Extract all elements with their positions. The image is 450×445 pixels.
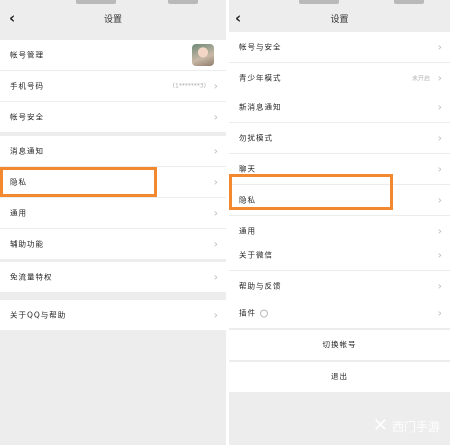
settings-row-accessibility[interactable]: 辅助功能 › bbox=[0, 229, 226, 259]
watermark-text: 西门手游 bbox=[391, 419, 440, 434]
settings-row-about-help[interactable]: 关于QQ与帮助 › bbox=[0, 300, 226, 330]
nav-bar: ‹ 设置 bbox=[0, 6, 226, 32]
status-bar-indicator bbox=[394, 0, 424, 4]
settings-row-do-not-disturb[interactable]: 勿扰模式 › bbox=[229, 123, 450, 154]
settings-row-plugins[interactable]: 插件 › bbox=[229, 298, 450, 328]
chevron-right-icon: › bbox=[213, 270, 218, 284]
watermark-x-icon: ✕ bbox=[372, 415, 388, 436]
chevron-right-icon: › bbox=[213, 110, 218, 124]
settings-row-teen-mode[interactable]: 青少年模式 未开启 › bbox=[229, 63, 450, 93]
settings-group-account: 帐号与安全 › 青少年模式 未开启 › bbox=[229, 32, 450, 93]
row-label: 新消息通知 bbox=[239, 102, 282, 112]
settings-group-plugins: 插件 › bbox=[229, 298, 450, 328]
settings-row-notifications[interactable]: 消息通知 › bbox=[0, 136, 226, 167]
row-label: 帐号与安全 bbox=[239, 42, 282, 52]
chevron-right-icon: › bbox=[213, 308, 218, 322]
chevron-right-icon: › bbox=[437, 224, 442, 238]
settings-row-account-security[interactable]: 帐号安全 › bbox=[0, 102, 226, 132]
status-bar-indicator bbox=[76, 0, 116, 4]
settings-row-account-security[interactable]: 帐号与安全 › bbox=[229, 32, 450, 63]
settings-group-data: 免流量特权 › bbox=[0, 262, 226, 292]
chevron-right-icon: › bbox=[213, 144, 218, 158]
row-label: 勿扰模式 bbox=[239, 133, 273, 143]
settings-row-help-feedback[interactable]: 帮助与反馈 › bbox=[229, 271, 450, 301]
settings-row-new-message-notification[interactable]: 新消息通知 › bbox=[229, 92, 450, 123]
settings-row-privacy[interactable]: 隐私 › bbox=[0, 167, 226, 198]
chevron-right-icon: › bbox=[213, 79, 218, 93]
row-label: 隐私 bbox=[10, 177, 27, 187]
row-label: 通用 bbox=[239, 226, 256, 236]
chevron-right-icon: › bbox=[437, 279, 442, 293]
chevron-right-icon: › bbox=[437, 40, 442, 54]
chevron-right-icon: › bbox=[437, 71, 442, 85]
chevron-right-icon: › bbox=[437, 306, 442, 320]
row-label: 免流量特权 bbox=[10, 272, 53, 282]
settings-group-general: 消息通知 › 隐私 › 通用 › 辅助功能 › bbox=[0, 136, 226, 259]
qq-settings-panel: ‹ 设置 帐号管理 手机号码 (1*******3) › 帐号安全 › 消息通知… bbox=[0, 0, 226, 445]
settings-row-general[interactable]: 通用 › bbox=[0, 198, 226, 229]
settings-group-general: 新消息通知 › 勿扰模式 › 聊天 › 隐私 › 通用 › bbox=[229, 92, 450, 246]
row-label: 帐号安全 bbox=[10, 112, 44, 122]
row-label: 帐号管理 bbox=[10, 50, 44, 60]
row-label: 关于微信 bbox=[239, 250, 273, 260]
row-label-text: 插件 bbox=[239, 308, 256, 318]
logout-button[interactable]: 退出 bbox=[229, 362, 450, 392]
settings-row-phone-number[interactable]: 手机号码 (1*******3) › bbox=[0, 71, 226, 102]
wechat-settings-panel: ‹ 设置 帐号与安全 › 青少年模式 未开启 › 新消息通知 › 勿扰模式 › … bbox=[229, 0, 450, 445]
row-label: 帮助与反馈 bbox=[239, 281, 282, 291]
settings-group-about: 关于QQ与帮助 › bbox=[0, 300, 226, 330]
page-title: 设置 bbox=[103, 15, 122, 25]
chevron-right-icon: › bbox=[213, 206, 218, 220]
row-label: 手机号码 bbox=[10, 81, 44, 91]
avatar bbox=[192, 44, 214, 66]
page-title: 设置 bbox=[330, 15, 349, 25]
row-label: 消息通知 bbox=[10, 146, 44, 156]
row-value: (1*******3) bbox=[172, 82, 206, 90]
chevron-right-icon: › bbox=[437, 193, 442, 207]
chevron-right-icon: › bbox=[437, 248, 442, 262]
settings-row-about-wechat[interactable]: 关于微信 › bbox=[229, 240, 450, 271]
chevron-right-icon: › bbox=[437, 100, 442, 114]
chevron-right-icon: › bbox=[437, 162, 442, 176]
chevron-right-icon: › bbox=[213, 175, 218, 189]
status-bar-indicator bbox=[299, 0, 339, 4]
plugin-icon bbox=[260, 309, 268, 318]
chevron-right-icon: › bbox=[437, 131, 442, 145]
row-label: 关于QQ与帮助 bbox=[10, 310, 67, 320]
row-label: 聊天 bbox=[239, 164, 256, 174]
watermark: ✕ 西门手游 bbox=[373, 417, 440, 435]
status-bar-indicator bbox=[168, 0, 198, 4]
row-value: 未开启 bbox=[411, 75, 430, 83]
row-label: 通用 bbox=[10, 208, 27, 218]
settings-group-about: 关于微信 › 帮助与反馈 › bbox=[229, 240, 450, 301]
row-label: 隐私 bbox=[239, 195, 256, 205]
row-label: 青少年模式 bbox=[239, 73, 282, 83]
settings-row-chat[interactable]: 聊天 › bbox=[229, 154, 450, 185]
settings-group-account: 帐号管理 手机号码 (1*******3) › 帐号安全 › bbox=[0, 40, 226, 132]
switch-account-button[interactable]: 切换帐号 bbox=[229, 330, 450, 360]
settings-row-account-management[interactable]: 帐号管理 bbox=[0, 40, 226, 71]
chevron-right-icon: › bbox=[213, 237, 218, 251]
settings-row-privacy[interactable]: 隐私 › bbox=[229, 185, 450, 216]
settings-row-free-data[interactable]: 免流量特权 › bbox=[0, 262, 226, 292]
row-label: 辅助功能 bbox=[10, 239, 44, 249]
nav-bar: ‹ 设置 bbox=[229, 6, 450, 32]
row-label: 插件 bbox=[239, 308, 268, 319]
